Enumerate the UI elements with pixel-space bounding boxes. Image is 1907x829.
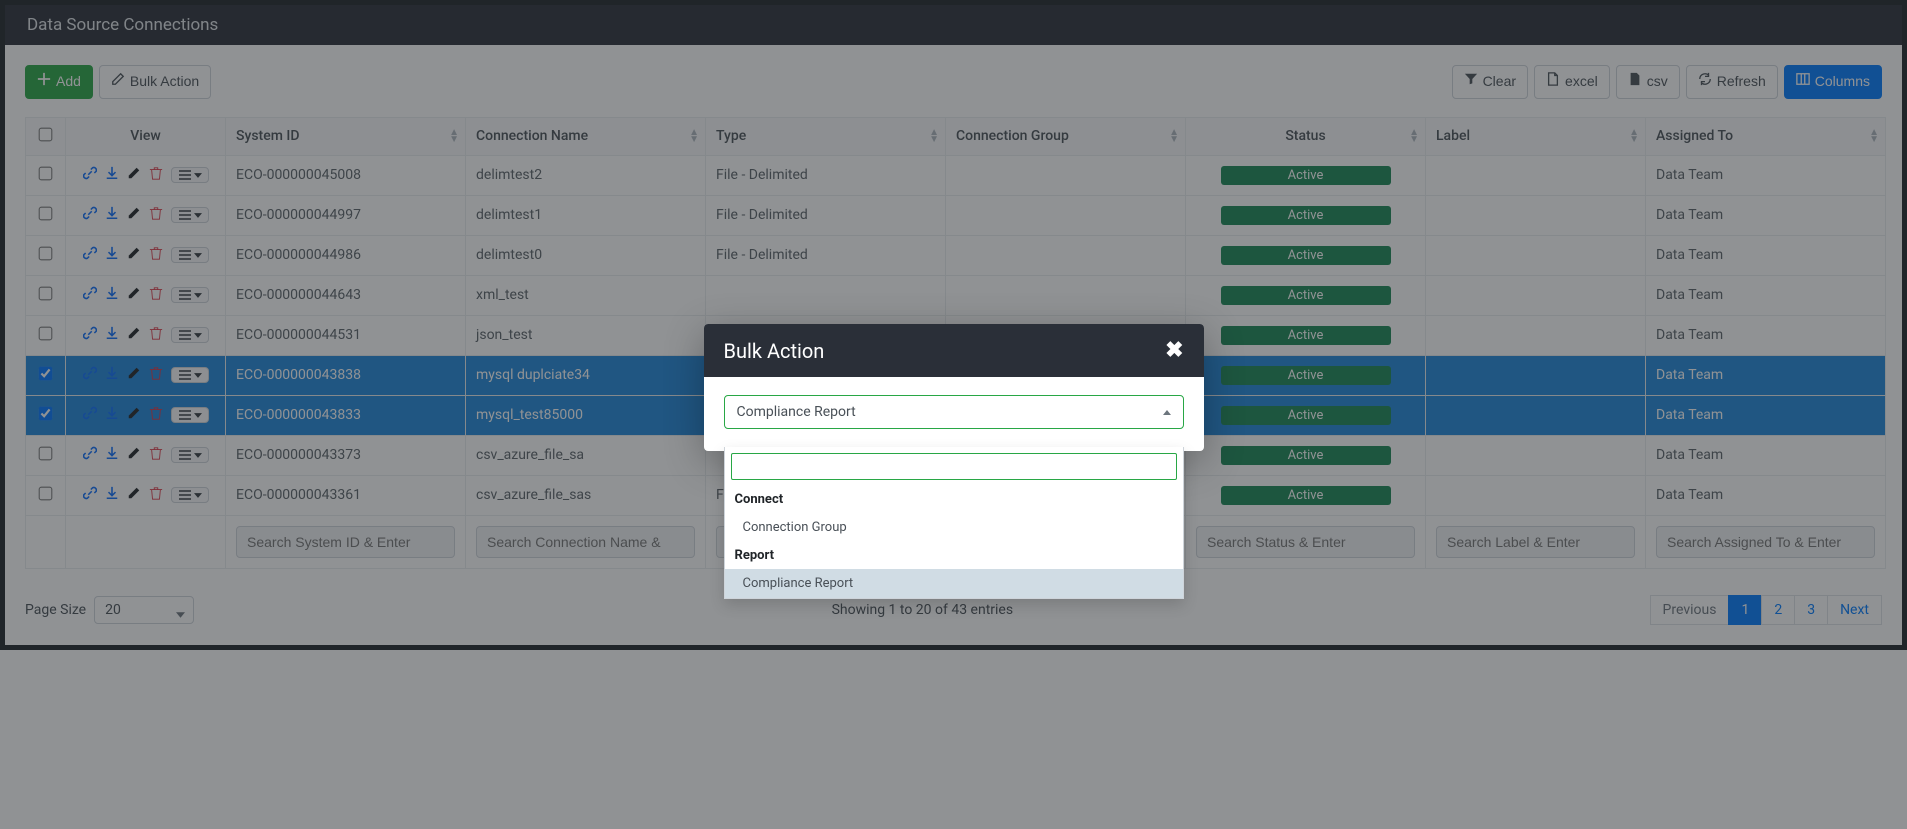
dropdown-item[interactable]: Connection Group (725, 513, 1183, 542)
action-select-value: Compliance Report (737, 404, 856, 420)
close-icon[interactable]: ✖ (1165, 338, 1183, 363)
dropdown-group-label: Report (725, 542, 1183, 569)
dropdown-search-input[interactable] (731, 453, 1177, 480)
dropdown-group-label: Connect (725, 486, 1183, 513)
action-dropdown: ConnectConnection GroupReportCompliance … (724, 447, 1184, 599)
dropdown-item[interactable]: Compliance Report (725, 569, 1183, 598)
bulk-action-modal: Bulk Action ✖ Compliance Report ConnectC… (704, 324, 1204, 451)
modal-title: Bulk Action (724, 339, 825, 363)
action-select[interactable]: Compliance Report (724, 395, 1184, 429)
chevron-up-icon (1163, 410, 1171, 415)
